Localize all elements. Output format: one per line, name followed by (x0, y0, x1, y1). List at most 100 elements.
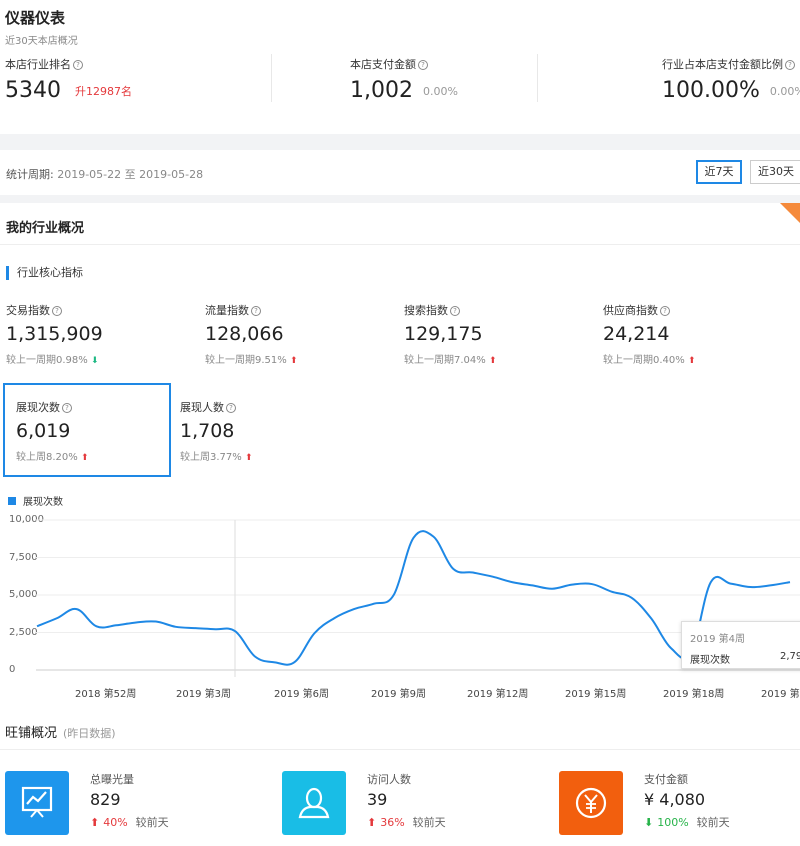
chart-legend[interactable]: 展现次数 (8, 493, 63, 508)
metric-search-index[interactable]: 搜索指数? 129,175 较上一周期7.04% ⬆ (404, 302, 497, 366)
kpi-payment: 本店支付金额? 1,002 0.00% (350, 56, 458, 103)
data-point (254, 656, 256, 658)
data-point (492, 576, 494, 578)
help-icon[interactable]: ? (450, 306, 460, 316)
data-point (670, 647, 672, 649)
divider (0, 749, 800, 750)
x-tick-label: 2019 第6周 (274, 689, 329, 700)
tooltip-value: 2,79 (780, 651, 800, 662)
help-icon[interactable]: ? (785, 60, 795, 70)
x-tick-label: 2019 第9周 (371, 689, 426, 700)
shop-overview-panel: 仪器仪表 近30天本店概况 本店行业排名? 5340 升12987名 本店支付金额… (0, 0, 800, 134)
exposure-label: 总曝光量 (90, 773, 134, 786)
y-tick-label: 5,000 (9, 589, 38, 600)
data-point (274, 661, 276, 663)
kpi-ratio: 行业占本店支付金额比例? 100.00% 0.00% (662, 56, 800, 103)
data-point (452, 568, 454, 570)
x-tick-label: 2019 第18周 (663, 689, 725, 700)
metric-impressions[interactable]: 展现次数? 6,019 较上周8.20% ⬆ (16, 399, 89, 463)
chart-tooltip: 2019 第4周 展现次数 2,79 (681, 621, 800, 669)
metric-supplier-index[interactable]: 供应商指数? 24,214 较上一周期0.40% ⬆ (603, 302, 696, 366)
data-point (512, 581, 514, 583)
help-icon[interactable]: ? (660, 306, 670, 316)
data-point (333, 617, 335, 619)
payment-label: 支付金额 (644, 773, 688, 786)
visitors-value: 39 (367, 790, 388, 809)
data-point (413, 537, 415, 539)
exposure-info: 总曝光量 829 ⬆ 40% 较前天 (90, 773, 169, 829)
kpi-rank-label: 本店行业排名 (5, 58, 71, 71)
data-point (472, 572, 474, 574)
visitors-info: 访问人数 39 ⬆ 36% 较前天 (367, 773, 446, 829)
data-point (432, 536, 434, 538)
x-tick-label: 2019 第3周 (176, 689, 231, 700)
exposure-tile (5, 771, 69, 835)
tooltip-date: 2019 第4周 (690, 634, 745, 645)
overview-subtitle: 近30天本店概况 (5, 36, 78, 47)
data-point (115, 624, 117, 626)
data-point (630, 597, 632, 599)
y-tick-label: 10,000 (9, 514, 44, 525)
kpi-rank-value: 5340 (5, 78, 61, 103)
y-tick-label: 2,500 (9, 627, 38, 638)
industry-title: 仪器仪表 (5, 9, 66, 27)
wangpu-panel: 旺铺概况 (昨日数据) 总曝光量 829 ⬆ 40% 较前天 访问人数 39 ⬆ 36%… (0, 709, 800, 846)
x-tick-label: 2018 第52周 (75, 689, 137, 700)
data-point (313, 632, 315, 634)
kpi-ratio-delta: 0.00% (769, 84, 800, 98)
help-icon[interactable]: ? (418, 60, 428, 70)
help-icon[interactable]: ? (226, 403, 236, 413)
legend-swatch (8, 497, 16, 505)
kpi-payment-delta: 0.00% (422, 84, 458, 98)
payment-info: 支付金额 ¥ 4,080 ⬇ 100% 较前天 (644, 773, 730, 829)
divider (271, 54, 272, 102)
metric-trade-index[interactable]: 交易指数? 1,315,909 较上一周期0.98% ⬇ (6, 302, 103, 366)
metric-value: 129,175 (404, 323, 483, 345)
data-point (95, 625, 97, 627)
data-point (175, 626, 177, 628)
help-icon[interactable]: ? (52, 306, 62, 316)
data-point (551, 588, 553, 590)
data-point (353, 608, 355, 610)
data-point (789, 581, 791, 583)
data-point (373, 603, 375, 605)
arrow-down-icon: ⬇ (644, 816, 654, 829)
metric-impression-users[interactable]: 展现人数? 1,708 较上周3.77% ⬆ (180, 399, 253, 463)
data-point (214, 628, 216, 630)
data-point (195, 627, 197, 629)
kpi-rank-delta: 升12987名 (75, 85, 132, 98)
data-point (76, 608, 78, 610)
metric-value: 1,708 (180, 420, 235, 442)
last-7-days-button[interactable]: 近7天 (696, 160, 742, 184)
y-tick-label: 0 (9, 664, 16, 675)
help-icon[interactable]: ? (251, 306, 261, 316)
data-point (769, 584, 771, 586)
kpi-ratio-value: 100.00% (662, 78, 760, 103)
data-point (234, 630, 236, 632)
metric-value: 1,315,909 (6, 323, 103, 345)
data-point (294, 661, 296, 663)
data-point (611, 591, 613, 593)
y-tick-label: 7,500 (9, 552, 38, 563)
help-icon[interactable]: ? (73, 60, 83, 70)
arrow-up-icon: ⬆ (90, 816, 100, 829)
data-point (531, 584, 533, 586)
period-label: 统计周期: 2019-05-22 至 2019-05-28 (6, 168, 204, 181)
x-tick-label: 2019 第15周 (565, 689, 627, 700)
metric-value: 24,214 (603, 323, 670, 345)
arrow-up-icon: ⬆ (488, 356, 497, 366)
kpi-payment-label: 本店支付金额 (350, 58, 416, 71)
metric-traffic-index[interactable]: 流量指数? 128,066 较上一周期9.51% ⬆ (205, 302, 298, 366)
core-metrics-title: 行业核心指标 (6, 266, 83, 280)
corner-ribbon (780, 203, 800, 223)
data-point (730, 583, 732, 585)
last-30-days-button[interactable]: 近30天 (750, 160, 800, 184)
industry-overview-panel: 我的行业概况 行业核心指标 交易指数? 1,315,909 较上一周期0.98%… (0, 203, 800, 709)
data-point (710, 581, 712, 583)
data-point (571, 584, 573, 586)
data-point (56, 617, 58, 619)
arrow-up-icon: ⬆ (80, 453, 89, 463)
help-icon[interactable]: ? (62, 403, 72, 413)
arrow-up-icon: ⬆ (289, 356, 298, 366)
data-point (650, 618, 652, 620)
